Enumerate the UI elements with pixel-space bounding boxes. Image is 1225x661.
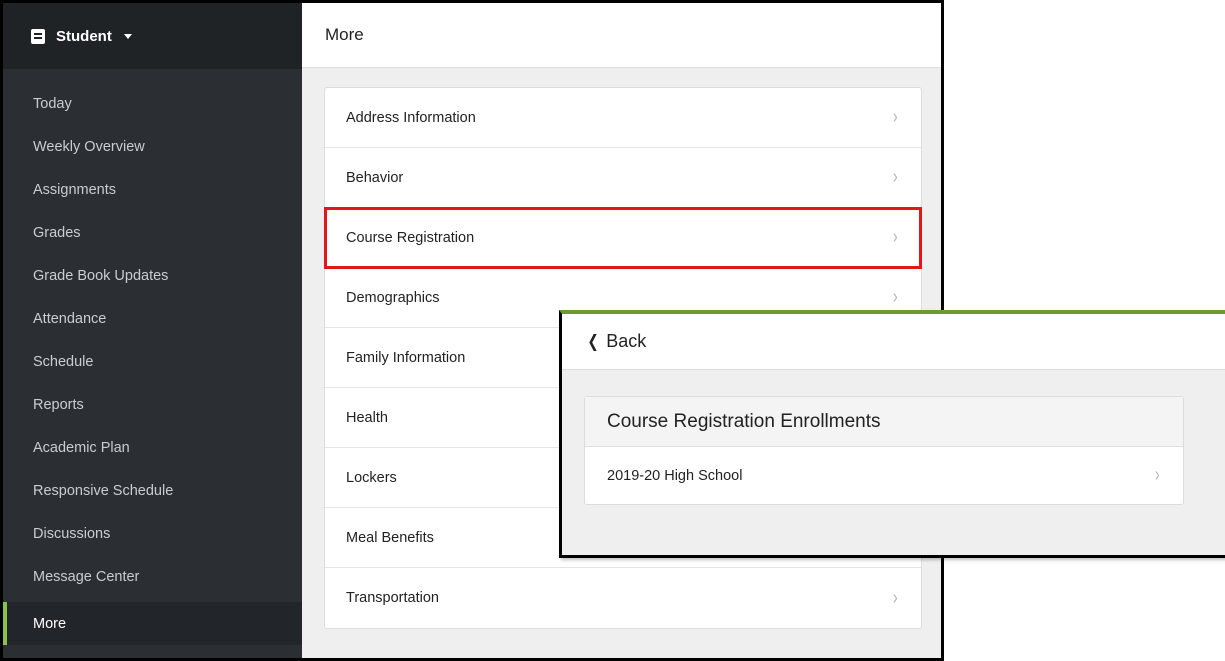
page-title: More xyxy=(302,3,941,68)
list-item-behavior[interactable]: Behavior › xyxy=(325,148,921,208)
list-item-label: Behavior xyxy=(346,169,404,186)
enrollment-row[interactable]: 2019-20 High School › xyxy=(585,447,1183,504)
app-switcher[interactable]: Student xyxy=(3,3,302,69)
chevron-right-icon: › xyxy=(893,226,898,248)
chevron-right-icon: › xyxy=(893,286,898,308)
list-item-label: Address Information xyxy=(346,109,476,126)
sidebar-item-grades[interactable]: Grades xyxy=(3,211,302,254)
chevron-left-icon: ❮ xyxy=(587,331,599,351)
sidebar: Student Today Weekly Overview Assignment… xyxy=(3,3,302,658)
sidebar-item-assignments[interactable]: Assignments xyxy=(3,168,302,211)
chevron-right-icon: › xyxy=(1155,464,1160,486)
sidebar-item-academic-plan[interactable]: Academic Plan xyxy=(3,426,302,469)
sidebar-item-weekly-overview[interactable]: Weekly Overview xyxy=(3,125,302,168)
list-item-label: Demographics xyxy=(346,289,440,306)
sidebar-item-label: Grades xyxy=(33,224,81,241)
sidebar-item-label: Weekly Overview xyxy=(33,138,145,155)
enrollments-title: Course Registration Enrollments xyxy=(585,397,1183,447)
chevron-right-icon: › xyxy=(893,106,898,128)
course-registration-panel: ❮ Back Course Registration Enrollments 2… xyxy=(559,310,1225,558)
sidebar-item-reports[interactable]: Reports xyxy=(3,383,302,426)
chevron-right-icon: › xyxy=(893,166,898,188)
sidebar-item-label: More xyxy=(33,615,67,632)
sidebar-item-label: Schedule xyxy=(33,353,94,370)
sidebar-item-today[interactable]: Today xyxy=(3,82,302,125)
list-item-address-information[interactable]: Address Information › xyxy=(325,88,921,148)
sidebar-item-responsive-schedule[interactable]: Responsive Schedule xyxy=(3,469,302,512)
list-item-label: Meal Benefits xyxy=(346,529,434,546)
sidebar-item-label: Attendance xyxy=(33,310,107,327)
sidebar-item-label: Academic Plan xyxy=(33,439,130,456)
caret-down-icon xyxy=(123,33,132,39)
sidebar-item-schedule[interactable]: Schedule xyxy=(3,340,302,383)
sidebar-item-discussions[interactable]: Discussions xyxy=(3,512,302,555)
list-item-label: Course Registration xyxy=(346,229,475,246)
back-button[interactable]: ❮ Back xyxy=(562,314,1225,370)
list-item-label: Health xyxy=(346,409,388,426)
sidebar-item-label: Message Center xyxy=(33,568,140,585)
list-item-label: Transportation xyxy=(346,590,439,606)
app-switcher-label: Student xyxy=(56,27,112,45)
sidebar-item-message-center[interactable]: Message Center xyxy=(3,555,302,598)
sidebar-item-label: Responsive Schedule xyxy=(33,482,174,499)
sidebar-item-grade-book-updates[interactable]: Grade Book Updates xyxy=(3,254,302,297)
sidebar-item-label: Discussions xyxy=(33,525,111,542)
list-item-label: Lockers xyxy=(346,469,397,486)
sidebar-item-label: Today xyxy=(33,95,72,112)
list-item-transportation[interactable]: Transportation › xyxy=(325,568,921,628)
sidebar-item-label: Reports xyxy=(33,396,84,413)
sidebar-item-label: Assignments xyxy=(33,181,117,198)
book-icon xyxy=(31,28,45,44)
sidebar-nav: Today Weekly Overview Assignments Grades… xyxy=(3,69,302,645)
enrollments-card: Course Registration Enrollments 2019-20 … xyxy=(584,396,1184,505)
list-item-course-registration[interactable]: Course Registration › xyxy=(324,207,922,269)
sidebar-item-attendance[interactable]: Attendance xyxy=(3,297,302,340)
chevron-right-icon: › xyxy=(893,586,898,609)
list-item-label: Family Information xyxy=(346,349,466,366)
sidebar-item-more[interactable]: More xyxy=(3,602,302,645)
sidebar-item-label: Grade Book Updates xyxy=(33,267,169,284)
back-label: Back xyxy=(606,331,647,351)
enrollment-label: 2019-20 High School xyxy=(607,467,743,484)
